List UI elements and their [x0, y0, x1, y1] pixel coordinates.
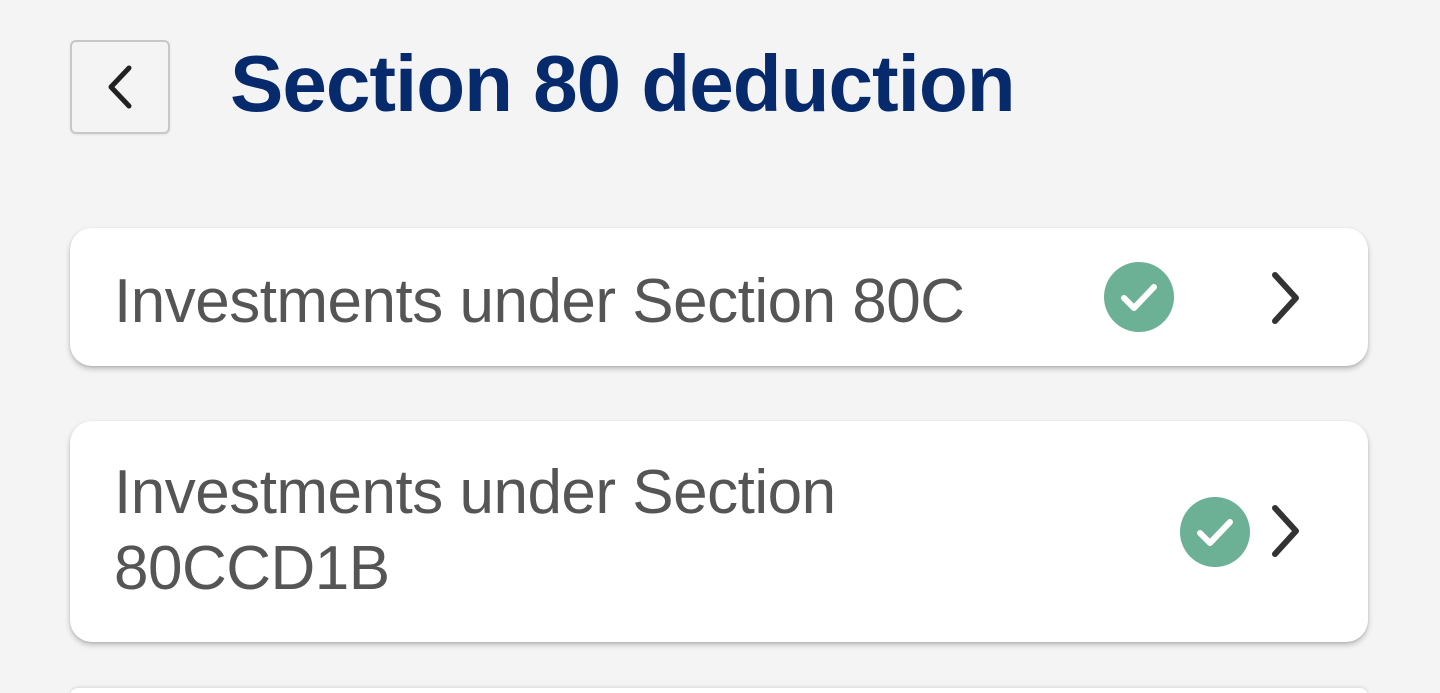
page-title: Section 80 deduction — [230, 39, 1016, 128]
list-item-section-80c[interactable]: Investments under Section 80C — [70, 228, 1368, 366]
header: Section 80 deduction — [70, 38, 1016, 136]
screen: Section 80 deduction Investments under S… — [0, 0, 1440, 693]
chevron-right-icon — [1272, 272, 1299, 324]
list-item-section-80ccd1b[interactable]: Investments under Section 80CCD1B — [70, 421, 1368, 642]
list-item-label: Investments under Section 80C — [114, 267, 965, 336]
chevron-left-icon — [108, 65, 132, 109]
back-button[interactable] — [70, 40, 170, 134]
check-circle-icon — [1104, 262, 1174, 332]
check-circle-icon — [1180, 497, 1250, 567]
chevron-right-icon — [1272, 505, 1299, 557]
list-item-label: Investments under Section 80CCD1B — [114, 458, 836, 603]
next-card-edge — [70, 688, 1368, 693]
